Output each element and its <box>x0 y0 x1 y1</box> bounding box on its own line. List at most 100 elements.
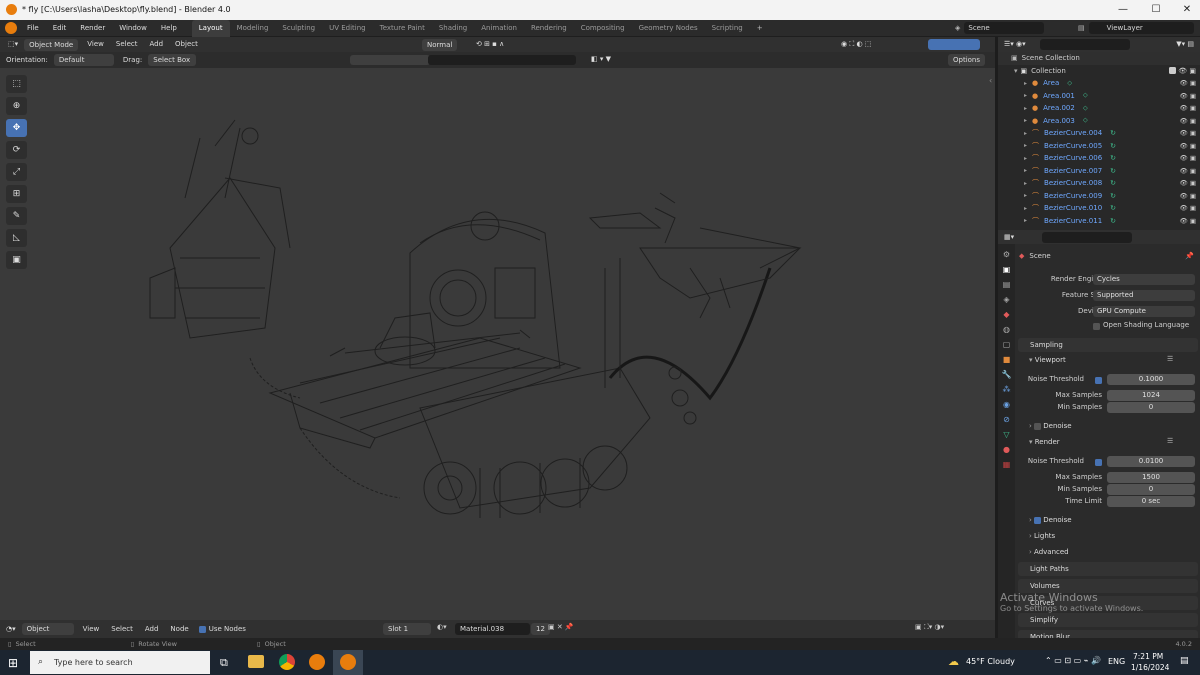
use-nodes-checkbox[interactable] <box>198 625 206 633</box>
outliner-editor-icon[interactable]: ☰▾ ◉▾ <box>998 37 1032 52</box>
measure-tool[interactable]: ◺ <box>6 229 27 247</box>
node-menu-select[interactable]: Select <box>105 622 139 637</box>
tray-icons[interactable]: ⌃ ▭ ⊡ ▭ ⌁ 🔊 <box>1045 656 1101 665</box>
outliner-filter-icon[interactable]: ▼▾ ▤ <box>1170 37 1200 52</box>
chrome-icon[interactable] <box>279 654 295 670</box>
visibility-toggle-icon[interactable]: 👁 ▣ <box>1180 142 1196 150</box>
material-name-field[interactable]: Material.038 <box>455 623 530 635</box>
outliner-item[interactable]: ▸ ⌒ BezierCurve.007 ↻ 👁 ▣ <box>998 165 1200 178</box>
windows-start-icon[interactable]: ⊞ <box>8 656 18 670</box>
output-tab-icon[interactable]: ▤ <box>1003 280 1011 289</box>
minimize-button[interactable]: — <box>1108 2 1138 18</box>
drag-dropdown[interactable]: Select Box <box>148 54 197 66</box>
modifier-tab-icon[interactable]: 🔧 <box>1002 370 1012 379</box>
curve-data-icon[interactable]: ↻ <box>1110 129 1116 137</box>
device-dropdown[interactable]: GPU Compute <box>1093 306 1195 317</box>
properties-search-input[interactable] <box>1042 231 1133 243</box>
vp-denoise-subpanel[interactable]: › Denoise <box>1029 422 1072 430</box>
bookmark-filter-icons[interactable]: ◧ ▾ ▼ <box>585 52 617 67</box>
shader-editor-type-icon[interactable]: ◔▾ <box>0 622 22 637</box>
tab-sculpting[interactable]: Sculpting <box>275 20 322 37</box>
expand-chevron-icon[interactable]: ▸ <box>1024 80 1027 87</box>
scene-tab-icon[interactable]: ◆ <box>1003 310 1009 319</box>
osl-checkbox[interactable] <box>1093 322 1100 330</box>
menu-render[interactable]: Render <box>73 20 112 37</box>
world-tab-icon[interactable]: ◍ <box>1003 325 1010 334</box>
curve-data-icon[interactable]: ↻ <box>1110 217 1116 225</box>
viewport-search-input[interactable] <box>428 55 576 65</box>
time-limit-field[interactable]: 0 sec <box>1107 496 1195 507</box>
language-indicator[interactable]: ENG <box>1108 657 1125 666</box>
viewlayer-name-field[interactable]: ViewLayer <box>1088 22 1194 34</box>
editor-type-icon[interactable]: ⬚▾ <box>0 37 24 52</box>
render-presets-icon[interactable]: ☰ <box>1167 437 1173 445</box>
orientation-dropdown[interactable]: Default <box>53 54 114 66</box>
curve-data-icon[interactable]: ↻ <box>1110 204 1116 212</box>
physics-tab-icon[interactable]: ◉ <box>1003 400 1010 409</box>
scale-tool[interactable]: ⤢ <box>6 163 27 181</box>
tab-rendering[interactable]: Rendering <box>524 20 574 37</box>
tab-animation[interactable]: Animation <box>474 20 524 37</box>
outliner-search-input[interactable] <box>1039 39 1130 50</box>
outliner-item[interactable]: ▸ ● Area.002 ⬦ 👁 ▣ <box>998 102 1200 115</box>
weather-text[interactable]: 45°F Cloudy <box>966 657 1015 666</box>
transform-pivot-dropdown[interactable]: Normal <box>422 39 458 51</box>
tab-modeling[interactable]: Modeling <box>230 20 276 37</box>
tool-tab-icon[interactable]: ⚙ <box>1003 250 1010 259</box>
expand-chevron-icon[interactable]: ▸ <box>1024 117 1027 124</box>
clock-date[interactable]: 1/16/2024 <box>1131 663 1169 672</box>
visibility-toggle-icon[interactable]: 👁 ▣ <box>1180 192 1196 200</box>
curve-data-icon[interactable]: ↻ <box>1110 192 1116 200</box>
shading-mode-buttons[interactable] <box>928 39 980 50</box>
menu-window[interactable]: Window <box>112 20 154 37</box>
viewport-menu-object[interactable]: Object <box>169 37 204 52</box>
data-tab-icon[interactable]: ▽ <box>1003 430 1009 439</box>
object-mode-dropdown[interactable]: Object Mode <box>24 38 79 51</box>
feature-set-dropdown[interactable]: Supported <box>1093 290 1195 301</box>
r-denoise-subpanel[interactable]: › Denoise <box>1029 516 1072 524</box>
expand-chevron-icon[interactable]: ▸ <box>1024 92 1027 99</box>
outliner-item[interactable]: ▸ ● Area.003 ⬦ 👁 ▣ <box>998 115 1200 128</box>
outliner-collection[interactable]: ▾ ▣ Collection 👁 ▣ <box>998 65 1200 78</box>
outliner-item[interactable]: ▸ ⌒ BezierCurve.010 ↻ 👁 ▣ <box>998 202 1200 215</box>
simplify-panel[interactable]: Simplify <box>1018 613 1198 627</box>
rotate-tool[interactable]: ⟳ <box>6 141 27 159</box>
viewport-menu-add[interactable]: Add <box>143 37 169 52</box>
expand-chevron-icon[interactable]: ▸ <box>1024 130 1027 137</box>
curve-data-icon[interactable]: ↻ <box>1110 154 1116 162</box>
outliner-scene-collection[interactable]: ▣ Scene Collection <box>998 52 1200 65</box>
outliner-item[interactable]: ▸ ⌒ BezierCurve.005 ↻ 👁 ▣ <box>998 140 1200 153</box>
vp-min-samples-field[interactable]: 0 <box>1107 402 1195 413</box>
advanced-subpanel[interactable]: › Advanced <box>1029 548 1069 556</box>
material-tab-icon[interactable]: ● <box>1003 445 1010 454</box>
r-noise-threshold-field[interactable]: 0.0100 <box>1107 456 1195 467</box>
select-box-tool[interactable]: ⬚ <box>6 75 27 93</box>
expand-chevron-icon[interactable]: ▸ <box>1024 180 1027 187</box>
outliner-item[interactable]: ▸ ⌒ BezierCurve.008 ↻ 👁 ▣ <box>998 177 1200 190</box>
add-workspace-icon[interactable]: + <box>750 20 770 37</box>
material-actions-icons[interactable]: ▣ ✕ 📌 <box>548 623 574 631</box>
tab-texture-paint[interactable]: Texture Paint <box>373 20 432 37</box>
render-subpanel-header[interactable]: ▾ Render <box>1029 438 1060 446</box>
object-tab-icon[interactable]: ■ <box>1003 355 1011 364</box>
outliner-item[interactable]: ▸ ⌒ BezierCurve.011 ↻ 👁 ▣ <box>998 215 1200 228</box>
r-max-samples-field[interactable]: 1500 <box>1107 472 1195 483</box>
outliner-item[interactable]: ▸ ⌒ BezierCurve.004 ↻ 👁 ▣ <box>998 127 1200 140</box>
menu-file[interactable]: File <box>20 20 46 37</box>
visibility-toggle-icon[interactable]: 👁 ▣ <box>1180 104 1196 112</box>
r-min-samples-field[interactable]: 0 <box>1107 484 1195 495</box>
taskbar-search-input[interactable]: ⌕ Type here to search <box>30 651 210 674</box>
expand-chevron-icon[interactable]: ▸ <box>1024 155 1027 162</box>
slot-dropdown[interactable]: Slot 1 <box>383 623 431 635</box>
r-noise-threshold-checkbox[interactable] <box>1095 458 1102 466</box>
light-data-icon[interactable]: ⬦ <box>1067 79 1072 88</box>
render-tab-icon[interactable]: ▣ <box>1003 265 1011 274</box>
cursor-tool[interactable]: ⊕ <box>6 97 27 115</box>
node-menu-node[interactable]: Node <box>164 622 194 637</box>
expand-chevron-icon[interactable]: ▸ <box>1024 105 1027 112</box>
annotate-tool[interactable]: ✎ <box>6 207 27 225</box>
collection-tab-icon[interactable]: ▢ <box>1003 340 1011 349</box>
visibility-toggle-icon[interactable]: 👁 ▣ <box>1180 79 1196 87</box>
close-button[interactable]: ✕ <box>1172 2 1200 18</box>
menu-help[interactable]: Help <box>154 20 184 37</box>
